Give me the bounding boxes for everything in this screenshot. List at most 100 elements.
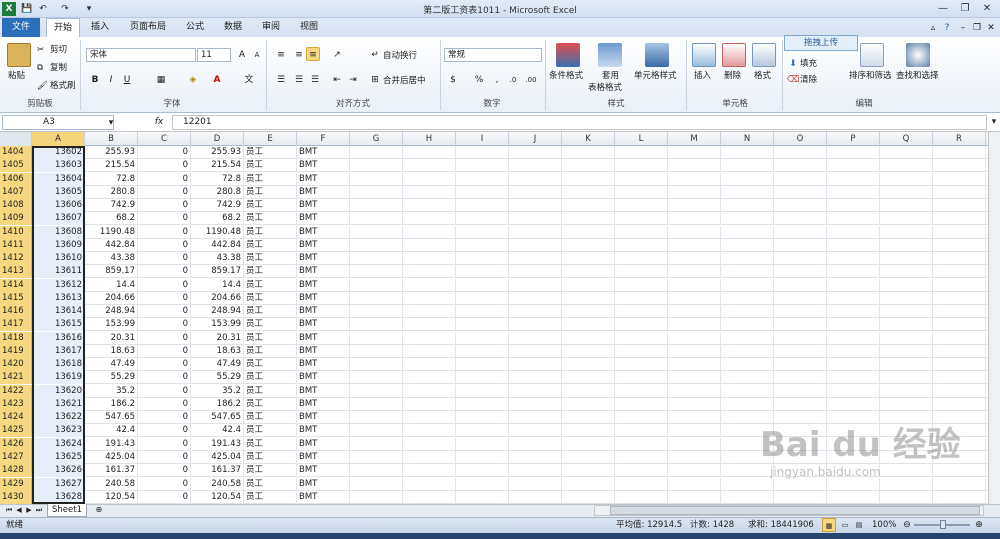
fill-color-icon[interactable]: ◈ bbox=[186, 73, 200, 87]
cell-c[interactable]: 0 bbox=[138, 291, 191, 305]
column-header-c[interactable]: C bbox=[138, 132, 191, 146]
empty-cell[interactable] bbox=[774, 238, 827, 252]
empty-cell[interactable] bbox=[456, 397, 509, 411]
empty-cell[interactable] bbox=[827, 384, 880, 398]
empty-cell[interactable] bbox=[403, 172, 456, 186]
empty-cell[interactable] bbox=[615, 371, 668, 385]
empty-cell[interactable] bbox=[668, 212, 721, 226]
empty-cell[interactable] bbox=[615, 265, 668, 279]
decrease-indent-icon[interactable]: ⇤ bbox=[330, 73, 344, 87]
empty-cell[interactable] bbox=[509, 384, 562, 398]
cell-b[interactable]: 186.2 bbox=[85, 397, 138, 411]
empty-cell[interactable] bbox=[562, 397, 615, 411]
empty-cell[interactable] bbox=[456, 305, 509, 319]
empty-cell[interactable] bbox=[403, 212, 456, 226]
empty-cell[interactable] bbox=[880, 331, 933, 345]
empty-cell[interactable] bbox=[350, 238, 403, 252]
cell-b[interactable]: 14.4 bbox=[85, 278, 138, 292]
empty-cell[interactable] bbox=[562, 344, 615, 358]
empty-cell[interactable] bbox=[350, 265, 403, 279]
column-header-q[interactable]: Q bbox=[880, 132, 933, 146]
column-header-o[interactable]: O bbox=[774, 132, 827, 146]
empty-cell[interactable] bbox=[774, 252, 827, 266]
empty-cell[interactable] bbox=[668, 424, 721, 438]
tab-insert[interactable]: 插入 bbox=[84, 18, 116, 37]
cell-a[interactable]: 13610 bbox=[32, 252, 85, 266]
cell-a[interactable]: 13620 bbox=[32, 384, 85, 398]
empty-cell[interactable] bbox=[403, 411, 456, 425]
cell-e[interactable]: 员工 bbox=[244, 212, 297, 226]
empty-cell[interactable] bbox=[350, 185, 403, 199]
wrap-text-button[interactable]: 自动换行 bbox=[383, 50, 417, 62]
empty-cell[interactable] bbox=[562, 424, 615, 438]
empty-cell[interactable] bbox=[721, 344, 774, 358]
row-header[interactable]: 1424 bbox=[0, 411, 32, 425]
row-header[interactable]: 1422 bbox=[0, 384, 32, 398]
empty-cell[interactable] bbox=[827, 252, 880, 266]
empty-cell[interactable] bbox=[827, 199, 880, 213]
empty-cell[interactable] bbox=[350, 199, 403, 213]
empty-cell[interactable] bbox=[350, 212, 403, 226]
row-header[interactable]: 1415 bbox=[0, 291, 32, 305]
cell-b[interactable]: 120.54 bbox=[85, 490, 138, 504]
align-top-icon[interactable]: ≡ bbox=[274, 48, 288, 62]
empty-cell[interactable] bbox=[615, 344, 668, 358]
empty-cell[interactable] bbox=[721, 265, 774, 279]
empty-cell[interactable] bbox=[668, 159, 721, 173]
cell-e[interactable]: 员工 bbox=[244, 238, 297, 252]
zoom-slider-thumb[interactable] bbox=[940, 520, 946, 529]
column-header-f[interactable]: F bbox=[297, 132, 350, 146]
conditional-format-button[interactable]: 条件格式 bbox=[549, 70, 583, 82]
cell-f[interactable]: BMT bbox=[297, 477, 350, 491]
empty-cell[interactable] bbox=[933, 411, 986, 425]
empty-cell[interactable] bbox=[403, 225, 456, 239]
cell-a[interactable]: 13619 bbox=[32, 371, 85, 385]
empty-cell[interactable] bbox=[880, 159, 933, 173]
empty-cell[interactable] bbox=[721, 238, 774, 252]
ribbon-collapse-icon[interactable]: ▵ bbox=[926, 21, 940, 35]
insert-cells-icon[interactable] bbox=[692, 43, 716, 67]
normal-view-icon[interactable]: ▦ bbox=[822, 518, 836, 532]
empty-cell[interactable] bbox=[827, 265, 880, 279]
empty-cell[interactable] bbox=[668, 265, 721, 279]
empty-cell[interactable] bbox=[774, 331, 827, 345]
cell-b[interactable]: 72.8 bbox=[85, 172, 138, 186]
cell-e[interactable]: 员工 bbox=[244, 411, 297, 425]
empty-cell[interactable] bbox=[350, 291, 403, 305]
empty-cell[interactable] bbox=[615, 238, 668, 252]
empty-cell[interactable] bbox=[615, 424, 668, 438]
empty-cell[interactable] bbox=[350, 424, 403, 438]
decrease-decimal-icon[interactable]: .00 bbox=[524, 73, 538, 87]
empty-cell[interactable] bbox=[933, 265, 986, 279]
empty-cell[interactable] bbox=[403, 252, 456, 266]
format-table-button[interactable]: 套用 bbox=[602, 70, 619, 82]
empty-cell[interactable] bbox=[562, 225, 615, 239]
align-middle-icon[interactable]: ≡ bbox=[292, 48, 306, 62]
empty-cell[interactable] bbox=[880, 172, 933, 186]
row-header[interactable]: 1421 bbox=[0, 371, 32, 385]
empty-cell[interactable] bbox=[456, 252, 509, 266]
column-header-l[interactable]: L bbox=[615, 132, 668, 146]
empty-cell[interactable] bbox=[456, 411, 509, 425]
empty-cell[interactable] bbox=[615, 450, 668, 464]
empty-cell[interactable] bbox=[509, 265, 562, 279]
format-cells-button[interactable]: 格式 bbox=[754, 70, 771, 82]
tab-page-layout[interactable]: 页面布局 bbox=[124, 18, 172, 37]
cell-d[interactable]: 161.37 bbox=[191, 464, 244, 478]
cell-e[interactable]: 员工 bbox=[244, 397, 297, 411]
cell-a[interactable]: 13602 bbox=[32, 146, 85, 159]
empty-cell[interactable] bbox=[933, 199, 986, 213]
align-center-icon[interactable]: ☰ bbox=[292, 73, 306, 87]
wrap-text-icon[interactable]: ↵ bbox=[368, 48, 382, 62]
row-header[interactable]: 1420 bbox=[0, 358, 32, 372]
cell-a[interactable]: 13616 bbox=[32, 331, 85, 345]
cell-a[interactable]: 13606 bbox=[32, 199, 85, 213]
empty-cell[interactable] bbox=[509, 371, 562, 385]
empty-cell[interactable] bbox=[403, 450, 456, 464]
column-header-m[interactable]: M bbox=[668, 132, 721, 146]
row-header[interactable]: 1410 bbox=[0, 225, 32, 239]
empty-cell[interactable] bbox=[350, 397, 403, 411]
page-layout-view-icon[interactable]: ▭ bbox=[838, 518, 852, 532]
insert-function-button[interactable]: fx bbox=[148, 115, 170, 130]
empty-cell[interactable] bbox=[615, 437, 668, 451]
